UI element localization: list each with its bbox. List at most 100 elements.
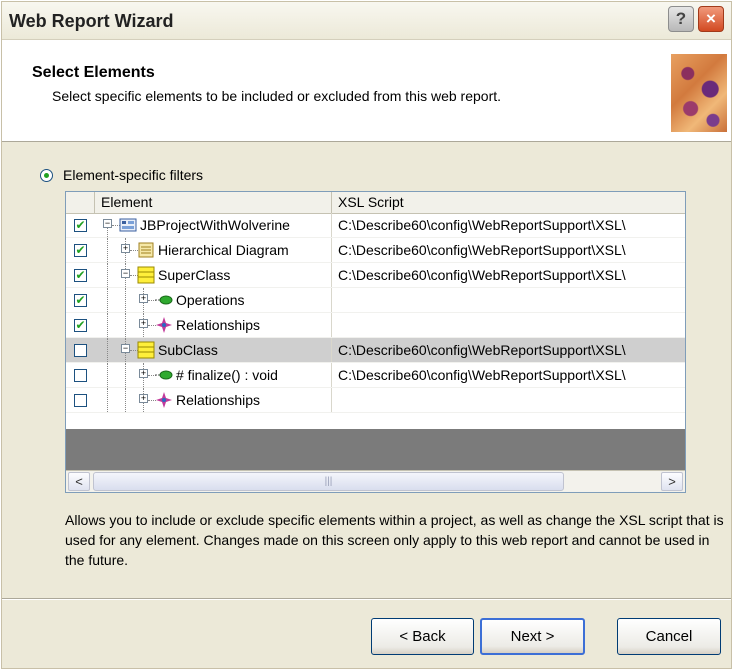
class-icon xyxy=(137,266,155,284)
tree-guide-line xyxy=(107,338,108,362)
radio-button[interactable] xyxy=(40,168,53,182)
element-label: JBProjectWithWolverine xyxy=(140,217,290,233)
window-title: Web Report Wizard xyxy=(9,11,174,31)
collapse-icon[interactable]: − xyxy=(121,269,130,278)
xsl-script-cell[interactable] xyxy=(332,388,685,412)
row-element-cell: + # finalize() : void xyxy=(95,363,332,387)
scroll-right-button[interactable]: > xyxy=(661,472,683,491)
tree-guide-line xyxy=(125,313,126,337)
back-button[interactable]: < Back xyxy=(371,618,474,655)
horizontal-scrollbar[interactable]: < ||| > xyxy=(66,470,685,492)
include-checkbox[interactable]: ✔ xyxy=(74,293,87,307)
include-checkbox[interactable]: ✔ xyxy=(74,218,87,232)
column-header-element[interactable]: Element xyxy=(95,192,332,213)
row-element-cell: + Relationships xyxy=(95,313,332,337)
description-text: Allows you to include or exclude specifi… xyxy=(65,512,724,568)
grid-rows: ✔ − JBProjectWithWolverine C:\Describe60\co… xyxy=(66,213,685,413)
element-filters-radio[interactable]: Element-specific filters xyxy=(40,167,203,183)
collapse-icon[interactable]: − xyxy=(103,219,112,228)
project-icon xyxy=(119,216,137,234)
relationships-icon xyxy=(155,316,173,334)
xsl-script-cell[interactable]: C:\Describe60\config\WebReportSupport\XS… xyxy=(332,263,685,287)
wizard-header-art-icon xyxy=(671,54,727,132)
row-element-cell: − SuperClass xyxy=(95,263,332,287)
collapse-icon[interactable]: − xyxy=(121,344,130,353)
expand-icon[interactable]: + xyxy=(121,244,130,253)
tree-guide-line xyxy=(125,288,126,312)
expand-icon[interactable]: + xyxy=(139,319,148,328)
row-check-cell: ✔ xyxy=(66,213,95,237)
table-row[interactable]: − SubClass C:\Describe60\config\WebReportS… xyxy=(66,338,685,363)
close-button[interactable]: × xyxy=(698,6,724,32)
element-label: Relationships xyxy=(176,392,261,408)
help-button[interactable]: ? xyxy=(668,6,694,32)
column-header-xsl[interactable]: XSL Script xyxy=(332,192,685,213)
row-element-cell: − SubClass xyxy=(95,338,332,362)
row-check-cell xyxy=(66,363,95,387)
scroll-left-button[interactable]: < xyxy=(68,472,90,491)
row-check-cell: ✔ xyxy=(66,263,95,287)
row-check-cell xyxy=(66,338,95,362)
include-checkbox[interactable] xyxy=(74,343,87,357)
footer-divider xyxy=(2,598,731,600)
operations-icon xyxy=(155,366,173,384)
include-checkbox[interactable] xyxy=(74,368,87,382)
row-check-cell: ✔ xyxy=(66,313,95,337)
tree-guide-line xyxy=(125,388,126,412)
table-row[interactable]: + Relationships xyxy=(66,388,685,413)
xsl-script-cell[interactable]: C:\Describe60\config\WebReportSupport\XS… xyxy=(332,338,685,362)
table-row[interactable]: ✔ + Operations xyxy=(66,288,685,313)
row-element-cell: + Relationships xyxy=(95,388,332,412)
include-checkbox[interactable] xyxy=(74,393,87,407)
element-label: Hierarchical Diagram xyxy=(158,242,289,258)
xsl-script-cell[interactable]: C:\Describe60\config\WebReportSupport\XS… xyxy=(332,363,685,387)
row-check-cell xyxy=(66,388,95,412)
row-element-cell: + Hierarchical Diagram xyxy=(95,238,332,262)
table-row[interactable]: ✔ + Relationships xyxy=(66,313,685,338)
table-row[interactable]: ✔ + Hierarchical Diagram C:\Describe60\conf… xyxy=(66,238,685,263)
table-row[interactable]: ✔ − SuperClass C:\Describe60\config\WebRepo… xyxy=(66,263,685,288)
wizard-window: Web Report Wizard ? × Select Elements Se… xyxy=(1,1,732,669)
row-element-cell: − JBProjectWithWolverine xyxy=(95,213,332,237)
xsl-script-cell[interactable]: C:\Describe60\config\WebReportSupport\XS… xyxy=(332,238,685,262)
expand-icon[interactable]: + xyxy=(139,394,148,403)
elements-grid[interactable]: Element XSL Script ✔ − JBProjectWithWolver… xyxy=(65,191,686,493)
page-subtitle: Select specific elements to be included … xyxy=(52,88,502,104)
tree-guide-line xyxy=(107,263,108,287)
element-label: SubClass xyxy=(158,342,218,358)
tree-guide-line xyxy=(107,363,108,387)
tree-guide-line xyxy=(125,363,126,387)
xsl-script-cell[interactable]: C:\Describe60\config\WebReportSupport\XS… xyxy=(332,213,685,237)
cancel-button[interactable]: Cancel xyxy=(617,618,721,655)
row-check-cell: ✔ xyxy=(66,288,95,312)
include-checkbox[interactable]: ✔ xyxy=(74,268,87,282)
title-bar[interactable]: Web Report Wizard ? × xyxy=(2,2,731,40)
help-icon: ? xyxy=(675,9,687,28)
expand-icon[interactable]: + xyxy=(139,294,148,303)
xsl-script-cell[interactable] xyxy=(332,288,685,312)
element-label: Operations xyxy=(176,292,245,308)
row-check-cell: ✔ xyxy=(66,238,95,262)
include-checkbox[interactable]: ✔ xyxy=(74,318,87,332)
column-header-check[interactable] xyxy=(66,192,95,213)
chevron-left-icon: < xyxy=(75,474,83,489)
next-button[interactable]: Next > xyxy=(480,618,585,655)
radio-label: Element-specific filters xyxy=(63,167,204,183)
table-row[interactable]: ✔ − JBProjectWithWolverine C:\Describe60\co… xyxy=(66,213,685,238)
page-title: Select Elements xyxy=(32,64,155,81)
operations-icon xyxy=(155,291,173,309)
expand-icon[interactable]: + xyxy=(139,369,148,378)
relationships-icon xyxy=(155,391,173,409)
radio-selected-dot xyxy=(44,172,49,178)
element-label: Relationships xyxy=(176,317,261,333)
tree-guide-line xyxy=(107,388,108,412)
close-icon: × xyxy=(706,9,716,28)
xsl-script-cell[interactable] xyxy=(332,313,685,337)
scroll-thumb[interactable]: ||| xyxy=(93,472,564,491)
tree-guide-line xyxy=(107,238,108,262)
tree-guide-line xyxy=(107,288,108,312)
table-row[interactable]: + # finalize() : void C:\Describe60\config… xyxy=(66,363,685,388)
row-element-cell: + Operations xyxy=(95,288,332,312)
include-checkbox[interactable]: ✔ xyxy=(74,243,87,257)
diagram-icon xyxy=(137,241,155,259)
